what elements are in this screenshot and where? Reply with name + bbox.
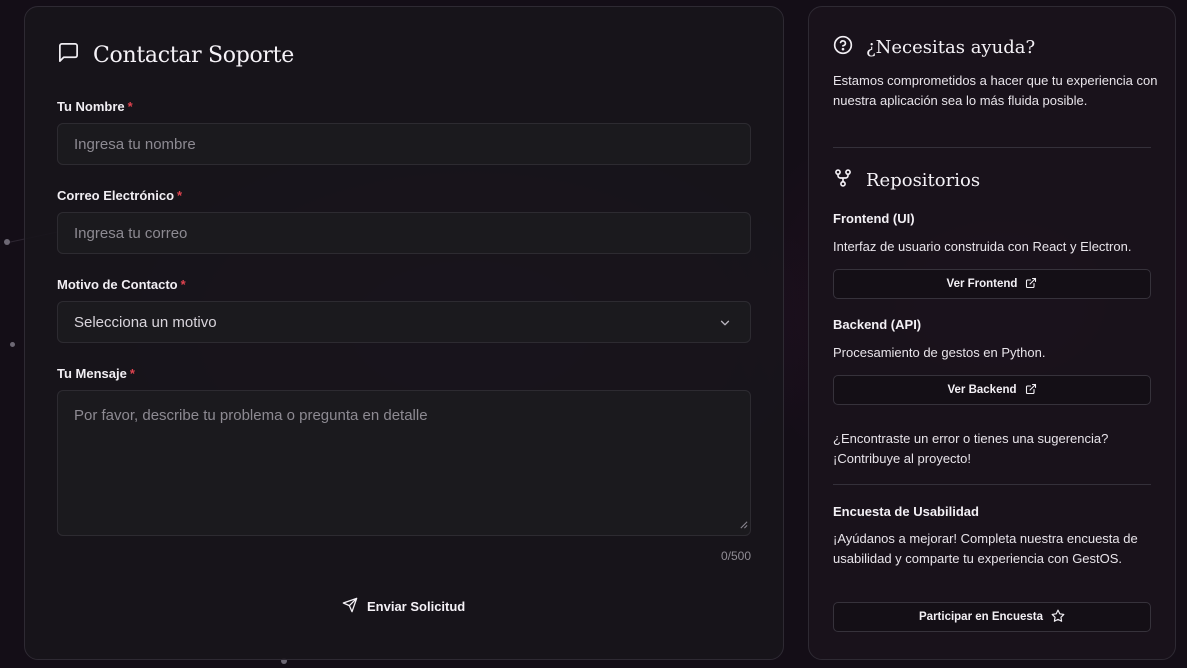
submit-button[interactable]: Enviar Solicitud: [342, 597, 465, 616]
name-input[interactable]: Ingresa tu nombre: [57, 123, 751, 165]
email-placeholder: Ingresa tu correo: [74, 224, 188, 242]
chevron-down-icon: [718, 316, 732, 334]
view-backend-button[interactable]: Ver Backend: [833, 375, 1151, 405]
git-fork-icon: [833, 168, 853, 193]
help-title: ¿Necesitas ayuda?: [866, 37, 1036, 58]
contribute-line-2: ¡Contribuye al proyecto!: [833, 451, 972, 466]
form-title-text: Contactar Soporte: [93, 42, 294, 68]
form-title: Contactar Soporte: [57, 41, 294, 69]
divider: [833, 147, 1151, 148]
survey-button[interactable]: Participar en Encuesta: [833, 602, 1151, 632]
email-input[interactable]: Ingresa tu correo: [57, 212, 751, 254]
required-mark: *: [180, 277, 186, 292]
repos-heading: Repositorios: [833, 168, 980, 193]
contact-form-panel: Contactar Soporte Tu Nombre * Ingresa tu …: [24, 6, 784, 660]
required-mark: *: [177, 188, 183, 203]
repos-title: Repositorios: [866, 170, 981, 191]
message-label: Tu Mensaje *: [57, 366, 135, 381]
survey-button-label: Participar en Encuesta: [919, 611, 1043, 623]
name-placeholder: Ingresa tu nombre: [74, 135, 196, 153]
backend-description: Procesamiento de gestos en Python.: [833, 345, 1046, 360]
send-icon: [342, 597, 358, 616]
view-backend-label: Ver Backend: [947, 384, 1017, 396]
survey-description: ¡Ayúdanos a mejorar! Completa nuestra en…: [833, 531, 1138, 566]
external-link-icon: [1025, 277, 1037, 292]
star-icon: [1051, 609, 1065, 626]
help-circle-icon: [833, 35, 853, 60]
contribute-line-1: ¿Encontraste un error o tienes una suger…: [833, 431, 1109, 446]
contribute-text: ¿Encontraste un error o tienes una suger…: [833, 429, 1158, 469]
external-link-icon: [1025, 383, 1037, 398]
view-frontend-button[interactable]: Ver Frontend: [833, 269, 1151, 299]
divider: [833, 484, 1151, 485]
message-textarea[interactable]: Por favor, describe tu problema o pregun…: [57, 390, 751, 536]
background-dot: [10, 342, 15, 347]
required-mark: *: [129, 366, 135, 381]
resize-handle-icon[interactable]: [739, 516, 748, 533]
frontend-description: Interfaz de usuario construida con React…: [833, 239, 1132, 254]
reason-selected-value: Selecciona un motivo: [74, 313, 217, 331]
survey-title: Encuesta de Usabilidad: [833, 504, 979, 519]
required-mark: *: [127, 99, 133, 114]
submit-label: Enviar Solicitud: [367, 599, 466, 614]
help-heading: ¿Necesitas ayuda?: [833, 35, 1035, 60]
frontend-title: Frontend (UI): [833, 211, 915, 226]
reason-select[interactable]: Selecciona un motivo: [57, 301, 751, 343]
backend-title: Backend (API): [833, 317, 922, 332]
reason-label: Motivo de Contacto *: [57, 277, 186, 292]
name-label: Tu Nombre *: [57, 99, 133, 114]
message-placeholder: Por favor, describe tu problema o pregun…: [74, 407, 428, 424]
message-square-icon: [57, 41, 80, 69]
help-panel: ¿Necesitas ayuda? Estamos comprometidos …: [808, 6, 1176, 660]
email-label: Correo Electrónico *: [57, 188, 183, 203]
help-description: Estamos comprometidos a hacer que tu exp…: [833, 73, 1158, 108]
view-frontend-label: Ver Frontend: [946, 278, 1018, 290]
character-counter: 0/500: [720, 549, 751, 563]
